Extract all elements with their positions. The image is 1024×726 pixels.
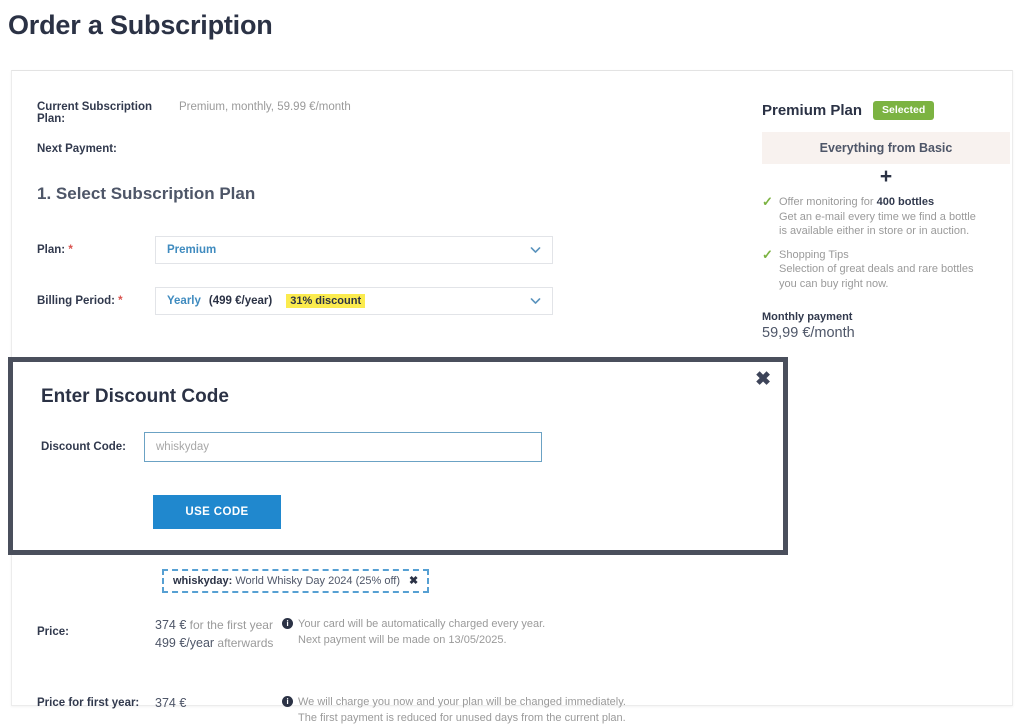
- price-afterwards: 499 €/year: [155, 636, 215, 650]
- discount-code-input[interactable]: [144, 432, 542, 462]
- coupon-description: World Whisky Day 2024 (25% off): [235, 574, 401, 587]
- info-icon: i: [282, 696, 293, 707]
- discount-code-modal: Enter Discount Code ✖ Discount Code: USE…: [8, 357, 788, 555]
- plan-select-value: Premium: [167, 244, 217, 256]
- plan-label-text: Plan:: [37, 244, 66, 256]
- first-year-price-label: Price for first year:: [37, 697, 140, 709]
- coupon-code: whiskyday:: [173, 574, 233, 587]
- first-year-note-line2: The first payment is reduced for unused …: [298, 712, 626, 724]
- feature-title: Shopping Tips: [779, 248, 849, 261]
- next-payment-row: Next Payment:: [37, 143, 179, 155]
- billing-period-price: (499 €/year): [208, 295, 273, 307]
- plan-label: Plan: *: [37, 244, 155, 256]
- monthly-payment-amount: 59,99 €/month: [762, 325, 855, 341]
- first-year-price-note: i We will charge you now and your plan wi…: [282, 694, 626, 726]
- price-note-line2: Next payment will be made on 13/05/2025.: [298, 634, 507, 646]
- plus-icon: +: [879, 165, 893, 188]
- current-plan-value: Premium, monthly, 59.99 €/month: [179, 101, 351, 113]
- applied-coupon-tag: whiskyday: World Whisky Day 2024 (25% of…: [162, 569, 430, 593]
- feature-desc-line1: Selection of great deals and rare bottle…: [779, 263, 974, 275]
- billing-period-label: Billing Period: *: [37, 295, 155, 307]
- everything-from-basic-banner: Everything from Basic: [762, 132, 1010, 164]
- discount-code-field-row: Discount Code:: [41, 432, 542, 462]
- feature-desc-line2: is available either in store or in aucti…: [779, 225, 970, 237]
- monthly-payment-label: Monthly payment: [762, 311, 853, 323]
- first-year-price-amount: 374 €: [155, 694, 282, 726]
- chevron-down-icon: [529, 244, 542, 257]
- discount-badge: 31% discount: [286, 294, 366, 308]
- price-row: Price: 374 € for the first year 499 €/ye…: [37, 616, 545, 652]
- plan-panel-title: Premium Plan: [762, 102, 863, 119]
- next-payment-label: Next Payment:: [37, 143, 117, 155]
- price-first-year: 374 €: [155, 618, 187, 632]
- status-badge: Selected: [873, 101, 935, 120]
- feature-title-highlight: 400 bottles: [876, 196, 935, 208]
- feature-item: ✓ Shopping Tips Selection of great deals…: [762, 246, 1010, 292]
- first-year-price-value: 374 €: [155, 696, 187, 710]
- feature-title: Offer monitoring for: [779, 196, 877, 208]
- price-first-year-suffix: for the first year: [186, 618, 273, 632]
- billing-period-select[interactable]: Yearly (499 €/year) 31% discount: [155, 287, 553, 315]
- billing-period-field-row: Billing Period: * Yearly (499 €/year) 31…: [37, 287, 553, 315]
- feature-desc-line2: you can buy right now.: [779, 277, 889, 290]
- discount-code-label: Discount Code:: [41, 441, 126, 453]
- billing-period-value: Yearly: [167, 295, 201, 307]
- billing-period-required-mark: *: [118, 295, 123, 307]
- current-plan-row: Current Subscription Plan: Premium, mont…: [37, 101, 351, 125]
- price-amounts: 374 € for the first year 499 €/year afte…: [155, 616, 282, 652]
- price-note-line1: Your card will be automatically charged …: [298, 618, 546, 630]
- price-note: i Your card will be automatically charged…: [282, 616, 545, 652]
- chevron-down-icon: [529, 295, 542, 308]
- plan-required-mark: *: [68, 244, 73, 256]
- first-year-price-row: Price for first year: 374 € i We will cha…: [37, 694, 626, 726]
- price-afterwards-suffix: afterwards: [214, 636, 274, 650]
- section-heading: 1. Select Subscription Plan: [37, 184, 256, 203]
- plan-field-row: Plan: * Premium: [37, 236, 553, 264]
- current-plan-label: Current Subscription Plan:: [37, 101, 153, 125]
- close-icon[interactable]: ✖: [755, 370, 771, 389]
- price-label: Price:: [37, 626, 69, 638]
- check-icon: ✓: [762, 194, 773, 209]
- use-code-button[interactable]: USE CODE: [153, 495, 281, 529]
- plan-title-row: Premium Plan Selected: [762, 101, 1010, 120]
- info-icon: i: [282, 618, 293, 629]
- modal-title: Enter Discount Code: [41, 386, 229, 407]
- check-icon: ✓: [762, 246, 773, 262]
- first-year-note-line1: We will charge you now and your plan wil…: [298, 696, 626, 708]
- page-title: Order a Subscription: [8, 10, 273, 40]
- close-icon[interactable]: ✖: [409, 574, 418, 587]
- feature-desc-line1: Get an e-mail every time we find a bottl…: [779, 210, 976, 223]
- feature-item: ✓ Offer monitoring for 400 bottles Get a…: [762, 195, 1010, 239]
- plan-select[interactable]: Premium: [155, 236, 553, 264]
- plan-summary-panel: Premium Plan Selected Everything from Ba…: [762, 101, 1010, 341]
- billing-period-label-text: Billing Period:: [37, 295, 115, 307]
